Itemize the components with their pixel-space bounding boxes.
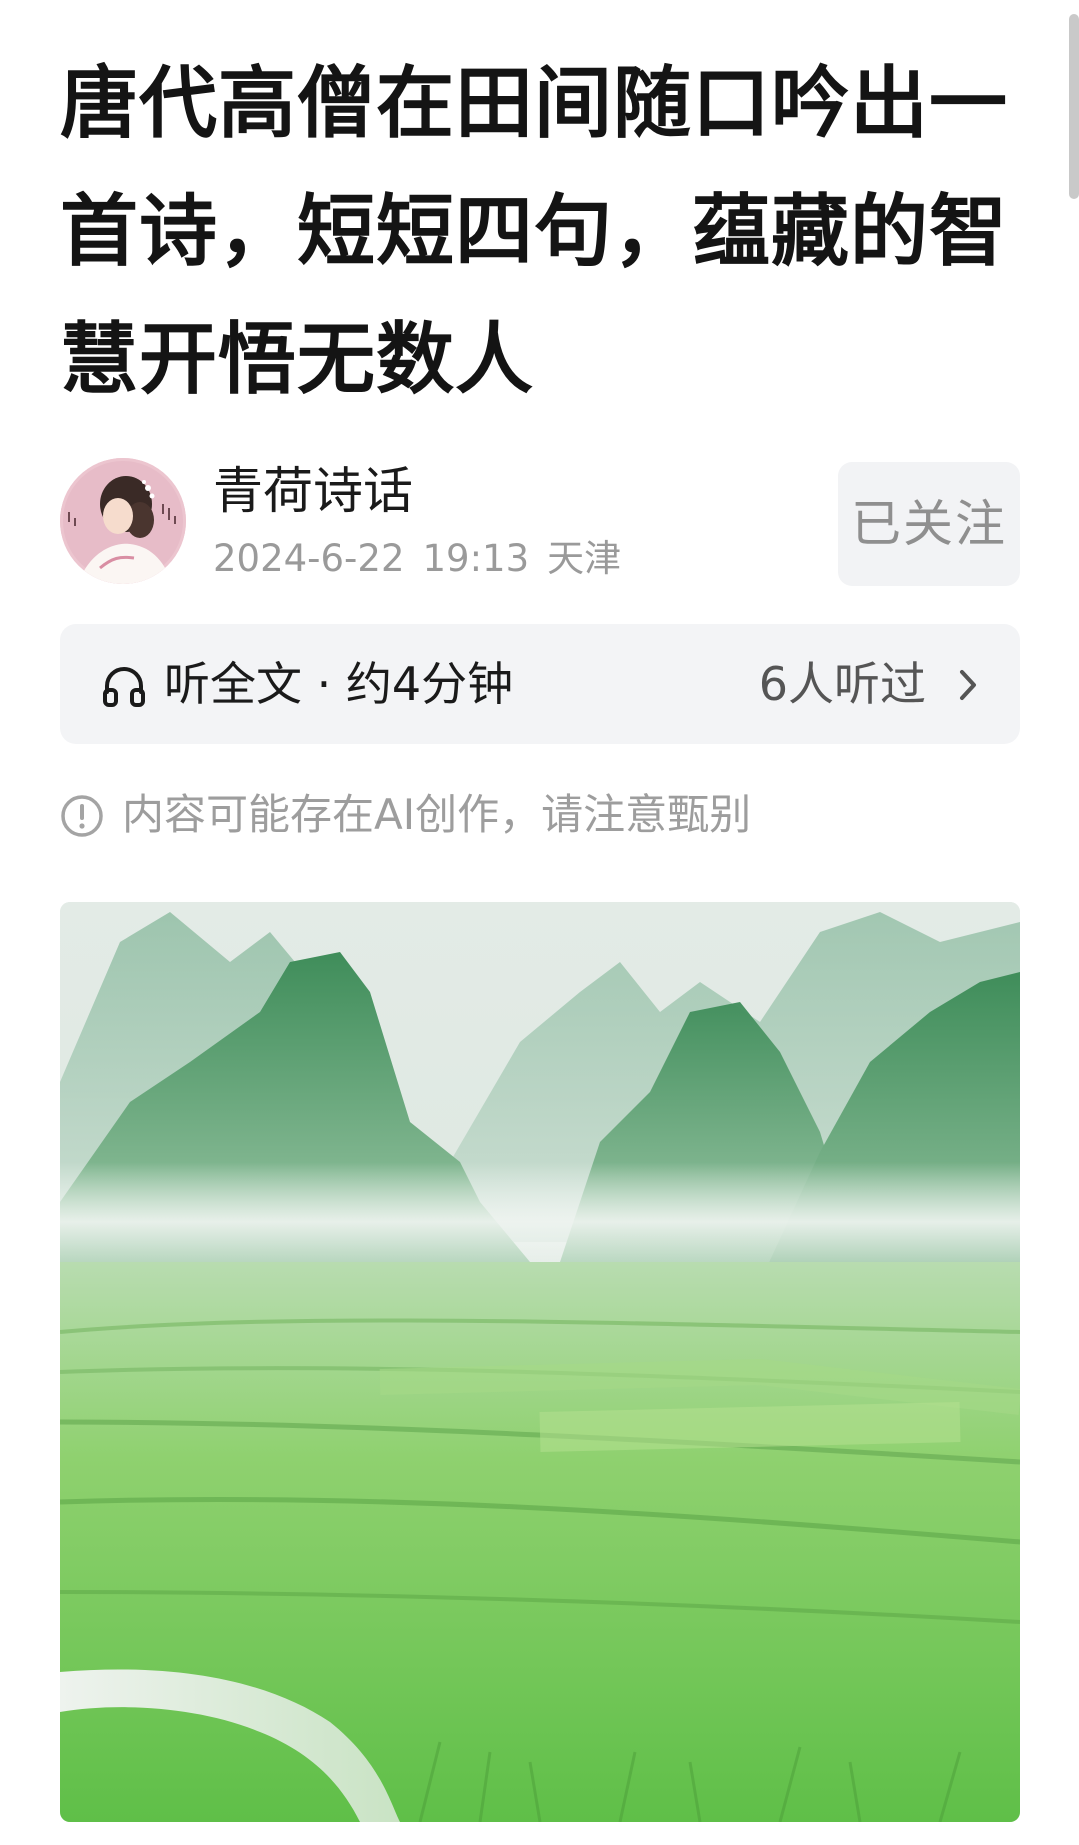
follow-button[interactable]: 已关注 <box>838 462 1020 586</box>
author-avatar[interactable] <box>60 458 186 584</box>
publish-time: 19:13 <box>422 537 530 580</box>
article-page: 唐代高僧在田间随口吟出一首诗，短短四句，蕴藏的智慧开悟无数人 青荷诗话 2024… <box>0 0 1079 1845</box>
author-name[interactable]: 青荷诗话 <box>213 458 413 524</box>
scrollbar[interactable] <box>1069 14 1079 199</box>
author-meta: 2024-6-22 19:13 天津 <box>213 534 639 584</box>
listen-count: 6人听过 <box>758 657 926 711</box>
chevron-right-icon <box>960 670 976 700</box>
publish-date: 2024-6-22 <box>213 537 405 580</box>
listen-bar[interactable]: 听全文 · 约4分钟 6人听过 <box>60 624 1020 744</box>
author-row: 青荷诗话 2024-6-22 19:13 天津 已关注 <box>60 458 1020 588</box>
hero-image[interactable] <box>60 902 1020 1822</box>
publish-location: 天津 <box>547 537 622 580</box>
info-icon <box>61 795 103 837</box>
article-title: 唐代高僧在田间随口吟出一首诗，短短四句，蕴藏的智慧开悟无数人 <box>60 59 1009 405</box>
ai-notice-text: 内容可能存在AI创作，请注意甄别 <box>122 790 752 839</box>
landscape-illustration <box>60 902 1020 1822</box>
avatar-illustration <box>60 458 186 584</box>
headphone-icon <box>103 666 145 707</box>
listen-label: 听全文 · 约4分钟 <box>164 657 514 711</box>
